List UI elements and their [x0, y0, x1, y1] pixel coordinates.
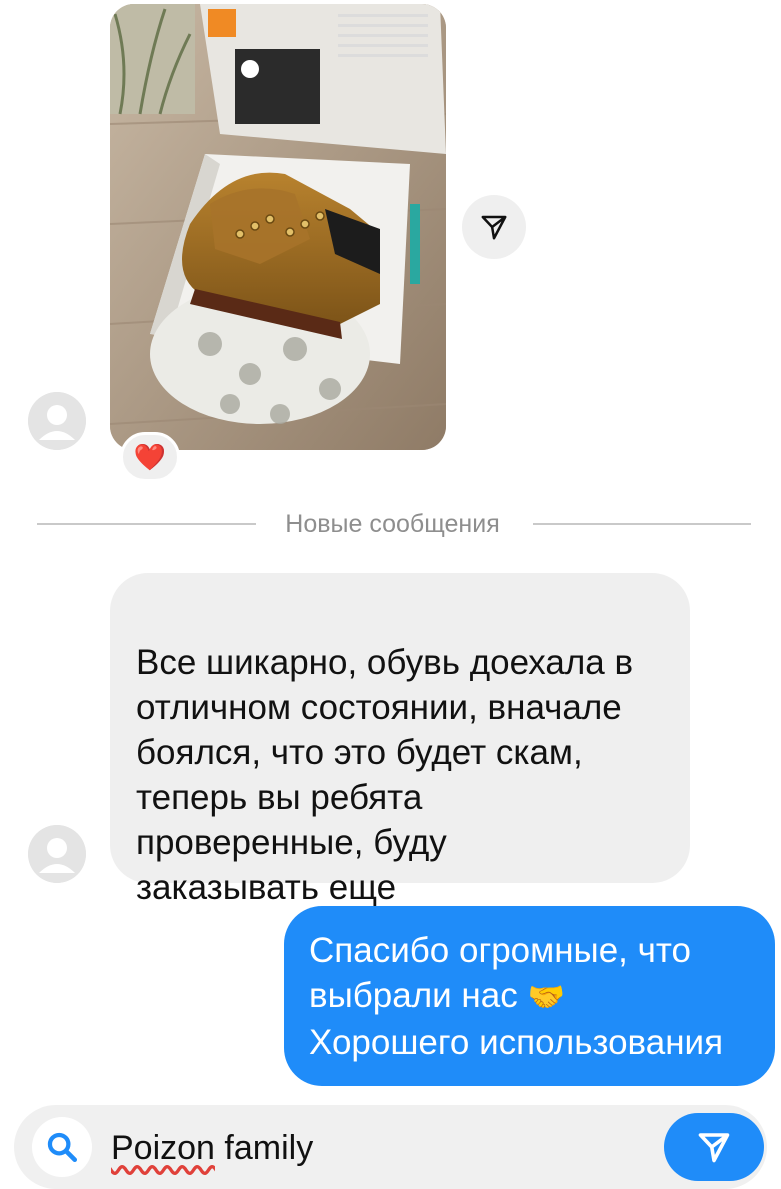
outgoing-message-line: Спасибо огромные, что [309, 931, 691, 970]
boots-photo-image [110, 4, 446, 450]
send-icon [698, 1133, 730, 1163]
sender-avatar[interactable] [28, 825, 86, 883]
send-icon [481, 215, 507, 240]
outgoing-message-bubble[interactable]: Спасибо огромные, что выбрали нас 🤝 Хоро… [284, 906, 775, 1086]
shared-photo[interactable] [110, 4, 446, 450]
share-button[interactable] [462, 195, 526, 259]
search-icon [47, 1132, 78, 1163]
divider-line-left [37, 523, 256, 525]
profile-placeholder-icon [28, 392, 86, 450]
heart-reaction[interactable]: ❤️ [120, 432, 180, 482]
divider-line-right [533, 523, 751, 525]
incoming-message-bubble[interactable]: Все шикарно, обувь доехала в отличном со… [110, 573, 690, 907]
outgoing-message-line: Хорошего использования [309, 1023, 724, 1062]
profile-placeholder-icon [28, 825, 86, 883]
typed-text: family [214, 1129, 314, 1167]
outgoing-message-text: выбрали нас [309, 976, 518, 1015]
outgoing-message-line: выбрали нас 🤝 [309, 973, 750, 1020]
handshake-emoji-icon: 🤝 [527, 981, 565, 1014]
send-button[interactable] [664, 1113, 764, 1181]
sender-avatar[interactable] [28, 392, 86, 450]
heart-icon: ❤️ [133, 441, 167, 472]
message-input[interactable]: Poizon family [111, 1127, 313, 1169]
misspelled-word: Poizon [111, 1129, 215, 1167]
message-composer: Poizon family [14, 1105, 767, 1189]
incoming-message-text: Все шикарно, обувь доехала в отличном со… [136, 643, 634, 907]
new-messages-divider: Новые сообщения [285, 510, 500, 538]
search-button[interactable] [32, 1117, 92, 1177]
